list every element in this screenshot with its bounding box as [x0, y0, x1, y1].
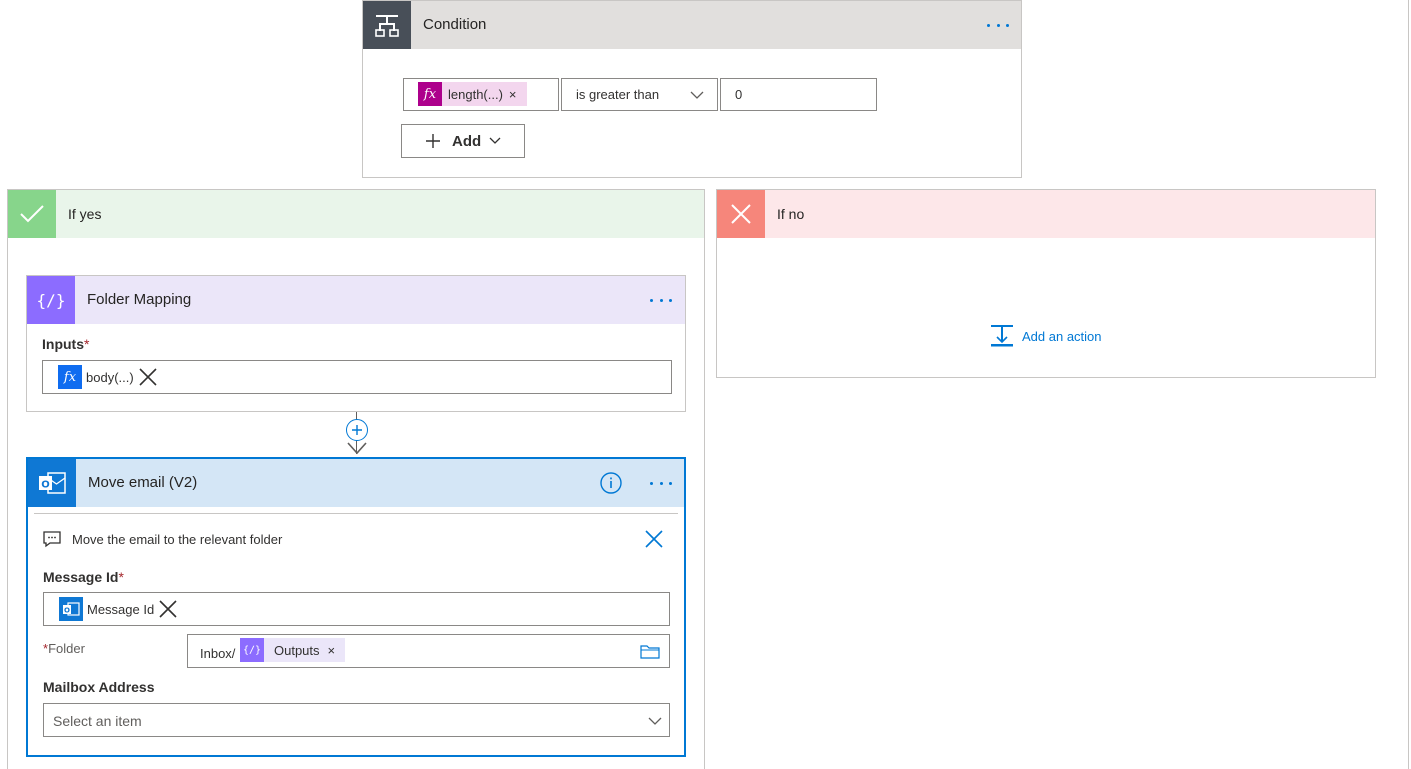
- move-email-header[interactable]: O Move email (V2): [28, 459, 684, 507]
- arrow-down-icon: [347, 442, 367, 455]
- outlook-icon: O: [28, 459, 76, 507]
- comment-text: Move the email to the relevant folder: [72, 532, 283, 547]
- comment-divider: [34, 513, 678, 514]
- fx-icon: fx: [58, 365, 82, 389]
- folder-mapping-card: {∕} Folder Mapping Inputs* fx body(...): [26, 275, 686, 412]
- operator-dropdown[interactable]: is greater than: [561, 78, 718, 111]
- expression-token[interactable]: fx body(...): [58, 365, 158, 389]
- more-options-icon[interactable]: [646, 473, 676, 493]
- required-mark: *: [84, 336, 90, 352]
- if-yes-title: If yes: [68, 206, 102, 222]
- variable-icon: {∕}: [240, 638, 264, 662]
- message-id-token-label: Message Id: [87, 601, 155, 617]
- remove-token-icon[interactable]: ×: [328, 643, 346, 658]
- chevron-down-icon: [690, 91, 704, 99]
- if-no-branch: If no Add an action: [716, 189, 1376, 378]
- folder-mapping-header[interactable]: {∕} Folder Mapping: [27, 276, 685, 324]
- more-options-icon[interactable]: [983, 15, 1013, 35]
- mailbox-address-label: Mailbox Address: [43, 679, 155, 695]
- folder-prefix: Inbox/: [200, 646, 236, 661]
- folder-mapping-title: Folder Mapping: [87, 291, 192, 308]
- expression-token-label: body(...): [86, 369, 134, 385]
- condition-card: Condition fx length(...) × is greater th…: [362, 0, 1022, 178]
- check-icon: [8, 190, 56, 238]
- plus-icon: [352, 425, 362, 435]
- add-button-label: Add: [452, 133, 482, 150]
- x-icon: [717, 190, 765, 238]
- chevron-down-icon: [489, 137, 501, 144]
- plus-icon: [426, 134, 440, 148]
- canvas-right-edge: [1408, 0, 1409, 769]
- if-no-header[interactable]: If no: [717, 190, 1375, 238]
- close-icon[interactable]: [138, 367, 158, 387]
- info-icon[interactable]: [600, 472, 622, 494]
- more-options-icon[interactable]: [646, 290, 676, 310]
- remove-token-icon[interactable]: ×: [509, 87, 527, 102]
- mailbox-placeholder: Select an item: [53, 713, 142, 729]
- folder-label-text: Folder: [48, 641, 85, 656]
- message-id-label: Message Id*: [43, 569, 124, 585]
- expression-token[interactable]: fx length(...) ×: [418, 82, 527, 106]
- fx-icon: fx: [418, 82, 442, 106]
- move-email-card: O Move email (V2) Move the email to the …: [26, 457, 686, 757]
- message-id-token[interactable]: O Message Id: [59, 597, 178, 621]
- outlook-icon: O: [59, 597, 83, 621]
- inputs-field[interactable]: fx body(...): [42, 360, 672, 394]
- condition-value-input[interactable]: 0: [720, 78, 877, 111]
- move-email-title: Move email (V2): [88, 474, 198, 491]
- close-icon[interactable]: [158, 599, 178, 619]
- add-action-link[interactable]: Add an action: [990, 324, 1102, 348]
- condition-header[interactable]: Condition: [363, 1, 1021, 49]
- required-mark: *: [118, 569, 124, 585]
- comment-icon: [43, 531, 61, 548]
- insert-step-button[interactable]: [346, 419, 368, 441]
- message-id-label-text: Message Id: [43, 569, 119, 585]
- expression-token-label: length(...): [448, 86, 503, 102]
- if-no-title: If no: [777, 206, 805, 222]
- add-button[interactable]: Add: [401, 124, 525, 158]
- variable-icon: {∕}: [27, 276, 75, 324]
- folder-field[interactable]: Inbox/ {∕} Outputs ×: [187, 634, 670, 668]
- inputs-label-text: Inputs: [42, 336, 84, 352]
- svg-text:O: O: [41, 480, 50, 491]
- operator-value: is greater than: [576, 87, 660, 102]
- outputs-token-label: Outputs: [274, 642, 320, 658]
- add-action-label: Add an action: [1022, 328, 1102, 344]
- condition-left-operand[interactable]: fx length(...) ×: [403, 78, 559, 111]
- folder-icon[interactable]: [640, 643, 660, 659]
- folder-label: *Folder: [43, 641, 85, 656]
- chevron-down-icon: [648, 717, 662, 725]
- add-action-icon: [991, 325, 1013, 347]
- if-yes-header[interactable]: If yes: [8, 190, 704, 238]
- svg-text:O: O: [64, 607, 70, 615]
- close-icon[interactable]: [644, 529, 664, 549]
- condition-title: Condition: [423, 16, 487, 33]
- message-id-field[interactable]: O Message Id: [43, 592, 670, 626]
- mailbox-address-dropdown[interactable]: Select an item: [43, 703, 670, 737]
- condition-icon: [363, 1, 411, 49]
- outputs-token[interactable]: {∕} Outputs ×: [240, 638, 346, 662]
- condition-value: 0: [735, 87, 743, 102]
- inputs-label: Inputs*: [42, 336, 89, 352]
